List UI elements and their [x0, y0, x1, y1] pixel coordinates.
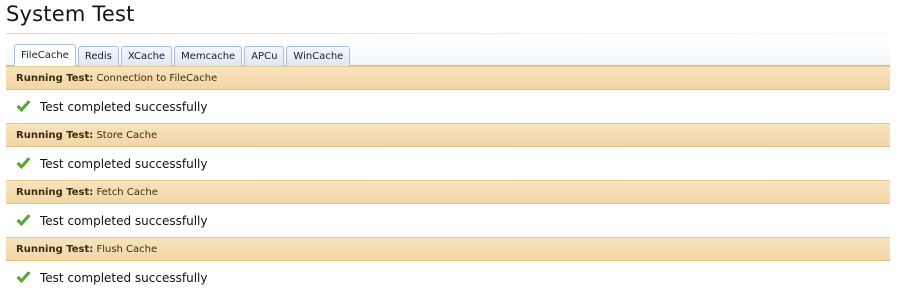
- tab-memcache[interactable]: Memcache: [174, 46, 243, 66]
- test-name: Fetch Cache: [96, 187, 158, 198]
- checkmark-icon: [16, 214, 31, 226]
- test-result: Test completed successfully: [6, 90, 890, 123]
- title-divider: [6, 33, 890, 34]
- test-header-prefix: Running Test:: [16, 130, 94, 141]
- cache-tab-bar: FileCache Redis XCache Memcache APCu Win…: [6, 43, 890, 66]
- test-header-prefix: Running Test:: [16, 73, 94, 84]
- test-result: Test completed successfully: [6, 204, 890, 237]
- test-name: Flush Cache: [96, 244, 158, 255]
- page-title: System Test: [6, 2, 135, 26]
- checkmark-icon: [16, 157, 31, 169]
- test-result-text: Test completed successfully: [40, 270, 208, 285]
- system-test-page: System Test FileCache Redis XCache Memca…: [0, 0, 902, 300]
- tab-apcu[interactable]: APCu: [244, 46, 285, 66]
- tab-xcache[interactable]: XCache: [120, 46, 173, 66]
- test-header: Running Test: Store Cache: [6, 123, 890, 147]
- test-result: Test completed successfully: [6, 261, 890, 294]
- checkmark-icon: [16, 100, 31, 112]
- test-header-prefix: Running Test:: [16, 187, 94, 198]
- tab-wincache[interactable]: WinCache: [286, 46, 351, 66]
- test-result-text: Test completed successfully: [40, 213, 208, 228]
- tab-filecache[interactable]: FileCache: [14, 44, 76, 66]
- test-header: Running Test: Fetch Cache: [6, 180, 890, 204]
- tab-redis[interactable]: Redis: [77, 46, 119, 66]
- test-name: Connection to FileCache: [96, 73, 218, 84]
- test-result-text: Test completed successfully: [40, 99, 208, 114]
- test-result: Test completed successfully: [6, 147, 890, 180]
- test-header: Running Test: Connection to FileCache: [6, 66, 890, 90]
- test-result-text: Test completed successfully: [40, 156, 208, 171]
- cache-tabs: FileCache Redis XCache Memcache APCu Win…: [14, 44, 352, 66]
- test-header-prefix: Running Test:: [16, 244, 94, 255]
- test-header: Running Test: Flush Cache: [6, 237, 890, 261]
- test-results: Running Test: Connection to FileCache Te…: [6, 66, 890, 294]
- checkmark-icon: [16, 271, 31, 283]
- test-name: Store Cache: [96, 130, 158, 141]
